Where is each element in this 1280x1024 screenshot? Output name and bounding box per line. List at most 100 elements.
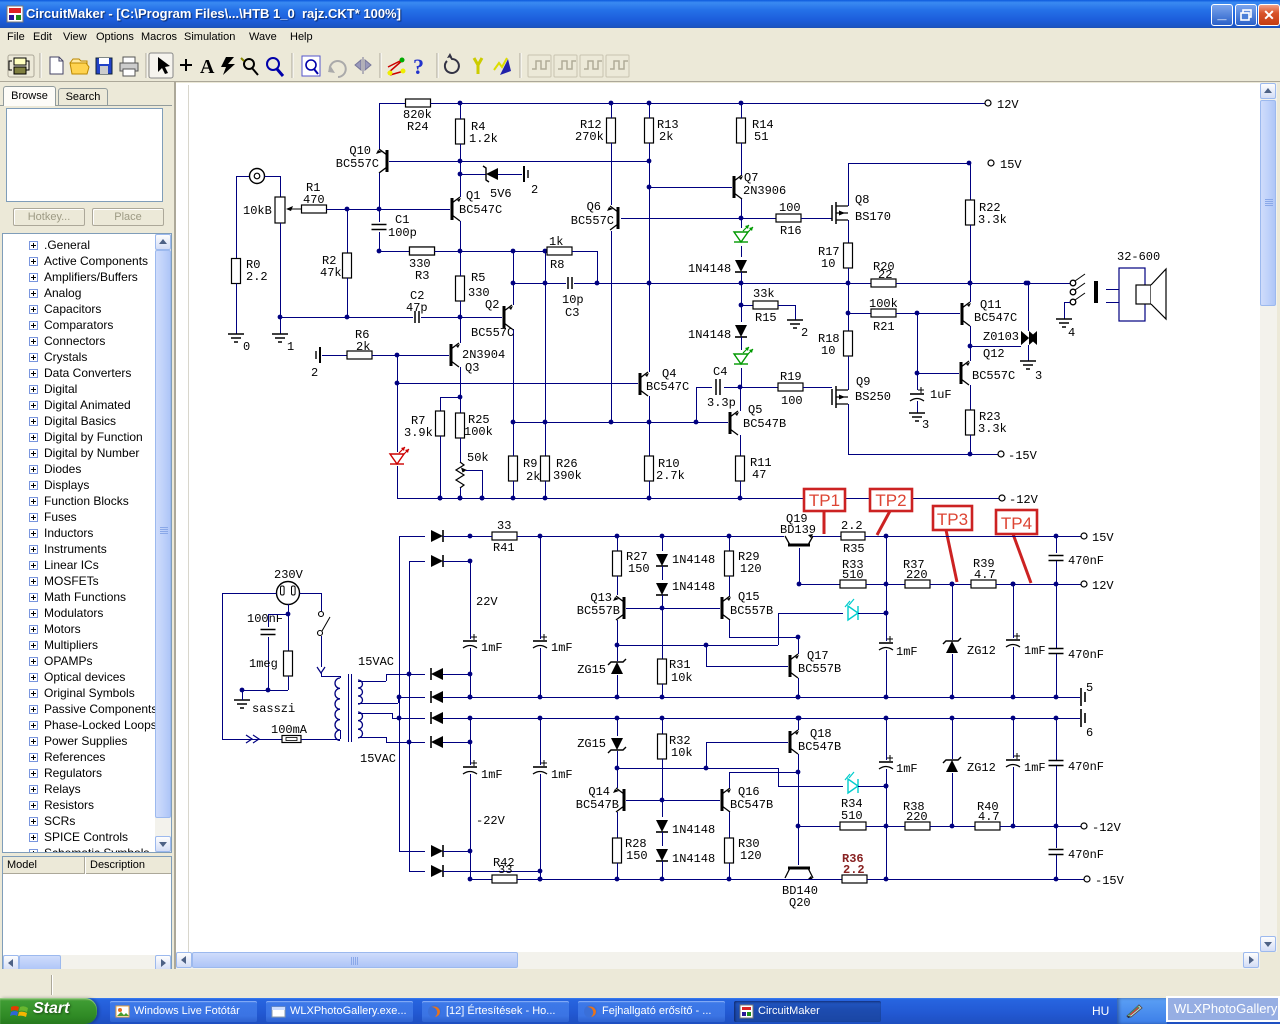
svg-text:100: 100 — [779, 201, 801, 215]
svg-text:15V: 15V — [1000, 158, 1022, 172]
svg-text:BD139: BD139 — [780, 523, 816, 537]
svg-text:A: A — [200, 56, 215, 78]
svg-text:2.2: 2.2 — [841, 519, 863, 533]
svg-text:1: 1 — [287, 340, 294, 354]
svg-text:1meg: 1meg — [249, 657, 278, 671]
svg-text:Q20: Q20 — [789, 896, 811, 910]
svg-text:1N4148: 1N4148 — [688, 328, 731, 342]
svg-text:2k: 2k — [356, 340, 370, 354]
svg-text:1N4148: 1N4148 — [672, 553, 715, 567]
svg-text:Q7: Q7 — [744, 171, 758, 185]
svg-text:4.7: 4.7 — [978, 810, 1000, 824]
svg-text:2.2: 2.2 — [246, 270, 268, 284]
svg-text:1mF: 1mF — [896, 762, 918, 776]
svg-text:3.3p: 3.3p — [707, 396, 736, 410]
svg-text:100mA: 100mA — [271, 723, 308, 737]
svg-text:12V: 12V — [1092, 579, 1114, 593]
svg-text:BC547C: BC547C — [646, 380, 689, 394]
svg-text:Q9: Q9 — [856, 375, 870, 389]
svg-text:Q10: Q10 — [349, 144, 371, 158]
svg-text:-12V: -12V — [1009, 493, 1039, 507]
svg-text:510: 510 — [841, 809, 863, 823]
svg-text:2k: 2k — [526, 470, 540, 484]
svg-text:sasszi: sasszi — [252, 702, 295, 716]
svg-text:R5: R5 — [471, 271, 485, 285]
svg-text:2: 2 — [531, 183, 538, 197]
svg-text:R15: R15 — [755, 311, 777, 325]
svg-text:0: 0 — [243, 340, 250, 354]
svg-text:TP4: TP4 — [1001, 514, 1032, 533]
svg-text:22V: 22V — [476, 595, 498, 609]
svg-text:R21: R21 — [873, 320, 895, 334]
svg-text:Q13: Q13 — [590, 591, 612, 605]
svg-text:Q18: Q18 — [810, 727, 832, 741]
svg-text:BC547B: BC547B — [576, 798, 619, 812]
svg-text:1N4148: 1N4148 — [672, 580, 715, 594]
svg-text:BC557C: BC557C — [571, 214, 614, 228]
svg-text:3.3k: 3.3k — [978, 213, 1007, 227]
svg-text:5: 5 — [1086, 681, 1093, 695]
svg-text:R9: R9 — [523, 457, 537, 471]
svg-text:ZG15: ZG15 — [577, 663, 606, 677]
svg-text:ZG15: ZG15 — [577, 737, 606, 751]
svg-text:Q12: Q12 — [983, 347, 1005, 361]
svg-text:220: 220 — [906, 810, 928, 824]
svg-text:100k: 100k — [464, 425, 493, 439]
svg-text:BC557C: BC557C — [471, 326, 514, 340]
svg-text:100k: 100k — [869, 297, 898, 311]
svg-text:10: 10 — [821, 344, 835, 358]
svg-text:120: 120 — [740, 562, 762, 576]
svg-text:10: 10 — [821, 257, 835, 271]
svg-text:R16: R16 — [780, 224, 802, 238]
svg-text:BC547B: BC547B — [798, 740, 841, 754]
svg-text:120: 120 — [740, 849, 762, 863]
svg-text:1mF: 1mF — [481, 641, 503, 655]
svg-text:2N3904: 2N3904 — [462, 348, 505, 362]
svg-text:15VAC: 15VAC — [360, 752, 396, 766]
svg-text:1mF: 1mF — [1024, 644, 1046, 658]
svg-text:Q5: Q5 — [748, 403, 762, 417]
svg-text:1mF: 1mF — [551, 641, 573, 655]
svg-text:10k: 10k — [671, 746, 693, 760]
svg-text:150: 150 — [626, 849, 648, 863]
svg-text:BC557C: BC557C — [336, 157, 379, 171]
svg-text:2: 2 — [311, 366, 318, 380]
svg-text:BS170: BS170 — [855, 210, 891, 224]
svg-text:R31: R31 — [669, 658, 691, 672]
svg-text:Q16: Q16 — [738, 785, 760, 799]
svg-text:-22V: -22V — [476, 814, 506, 828]
svg-text:47p: 47p — [406, 301, 428, 315]
svg-text:5V6: 5V6 — [490, 187, 512, 201]
svg-text:TP1: TP1 — [809, 491, 840, 510]
svg-text:TP3: TP3 — [937, 510, 968, 529]
svg-text:Q3: Q3 — [465, 361, 479, 375]
svg-text:510: 510 — [842, 568, 864, 582]
svg-text:2.7k: 2.7k — [656, 469, 685, 483]
svg-text:150: 150 — [628, 562, 650, 576]
svg-text:1mF: 1mF — [481, 768, 503, 782]
svg-text:-12V: -12V — [1092, 821, 1122, 835]
svg-text:12V: 12V — [997, 98, 1019, 112]
svg-text:?: ? — [413, 54, 424, 79]
svg-text:1mF: 1mF — [896, 645, 918, 659]
svg-text:TP2: TP2 — [875, 491, 906, 510]
svg-text:BC557B: BC557B — [798, 662, 841, 676]
svg-text:1k: 1k — [549, 235, 563, 249]
svg-text:3: 3 — [922, 418, 929, 432]
svg-text:100: 100 — [781, 394, 803, 408]
svg-text:22: 22 — [878, 268, 892, 282]
svg-text:3.9k: 3.9k — [404, 426, 433, 440]
svg-text:220: 220 — [906, 568, 928, 582]
svg-text:Q15: Q15 — [738, 590, 760, 604]
svg-text:470nF: 470nF — [1068, 648, 1104, 662]
svg-text:ZG12: ZG12 — [967, 761, 996, 775]
svg-text:BC557C: BC557C — [972, 369, 1015, 383]
svg-text:BC557B: BC557B — [730, 604, 773, 618]
svg-text:10k: 10k — [671, 671, 693, 685]
svg-text:R8: R8 — [550, 258, 564, 272]
svg-text:C1: C1 — [395, 213, 409, 227]
svg-text:3.3k: 3.3k — [978, 422, 1007, 436]
svg-text:47k: 47k — [320, 266, 342, 280]
svg-text:R19: R19 — [780, 370, 802, 384]
svg-text:ZG12: ZG12 — [967, 644, 996, 658]
